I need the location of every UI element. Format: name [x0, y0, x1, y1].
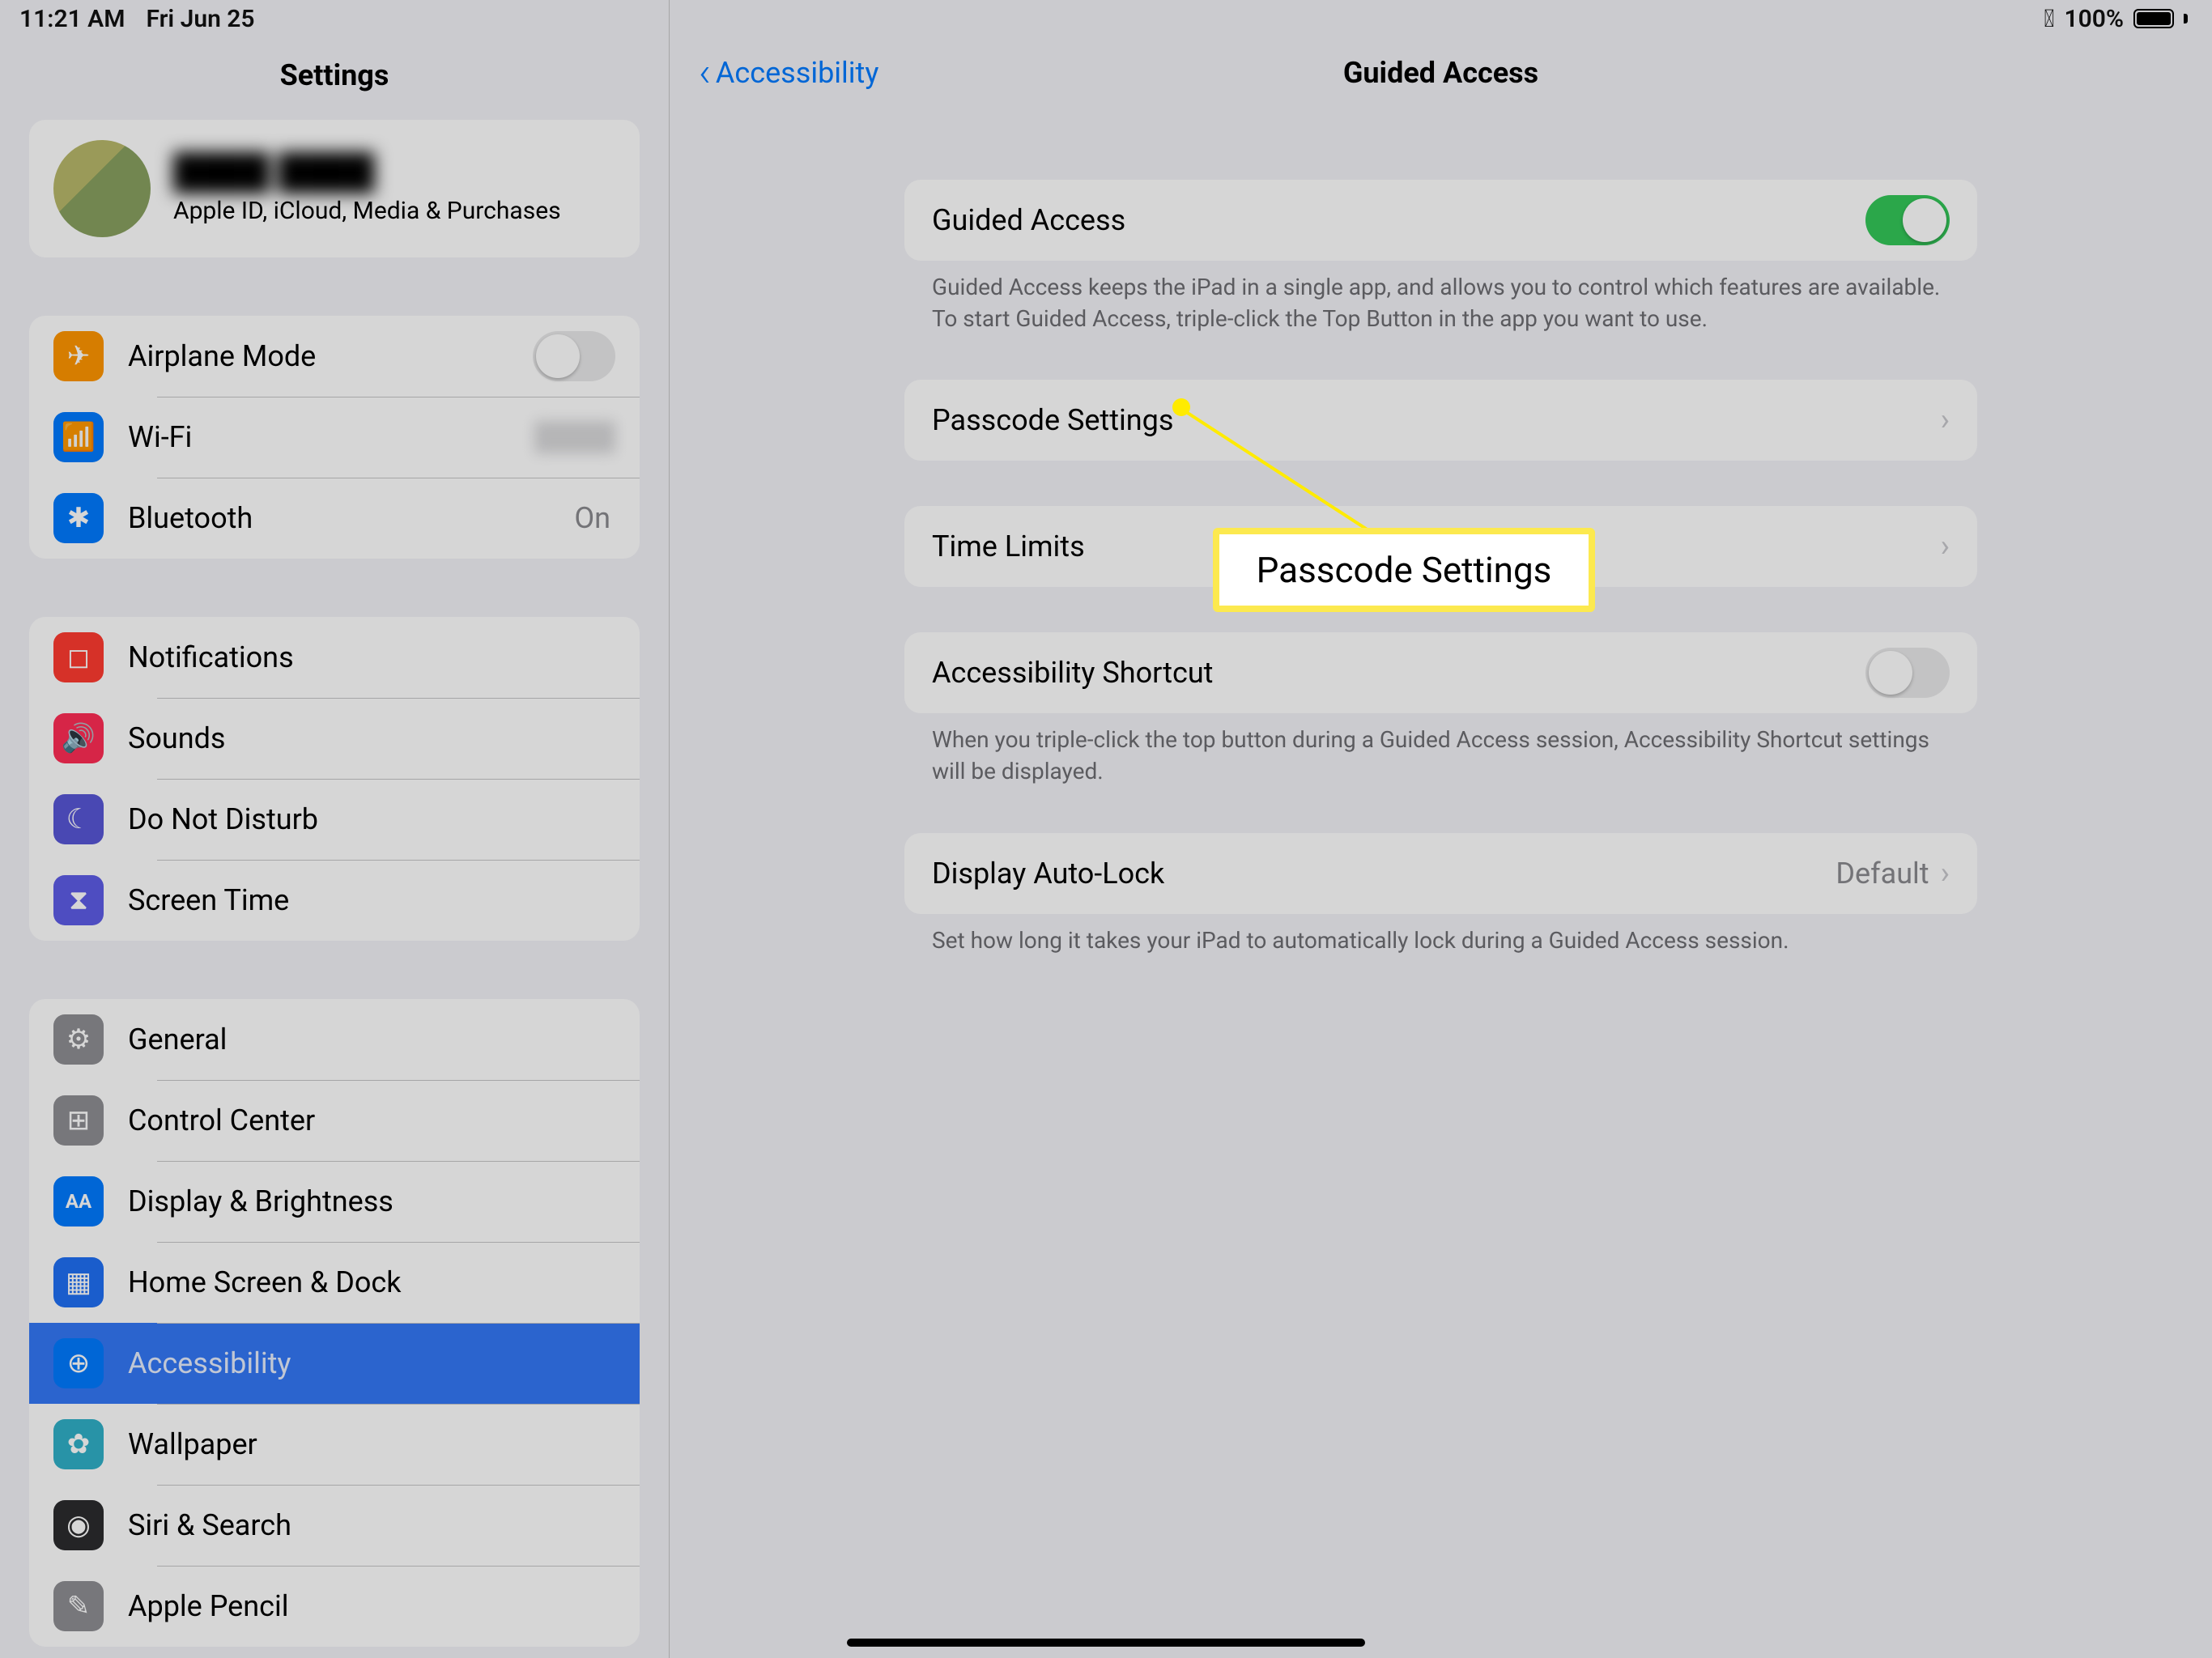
user-subtitle: Apple ID, iCloud, Media & Purchases: [173, 197, 561, 225]
sidebar-title: Settings: [0, 58, 669, 92]
wifi-icon: 􀙇: [2044, 5, 2054, 33]
row-label: Time Limits: [932, 529, 1085, 563]
annotation-callout: Passcode Settings: [1213, 528, 1595, 612]
chevron-right-icon: ›: [1941, 402, 1950, 438]
row-label: Siri & Search: [128, 1508, 615, 1542]
sidebar-item-siri-search[interactable]: ◉ Siri & Search: [29, 1485, 640, 1566]
sidebar-item-do-not-disturb[interactable]: ☾ Do Not Disturb: [29, 779, 640, 860]
sounds-icon: 🔊: [53, 713, 104, 763]
row-value: On: [574, 501, 610, 535]
siri-search-icon: ◉: [53, 1500, 104, 1550]
sidebar-item-notifications[interactable]: ◻ Notifications: [29, 617, 640, 698]
wifi-value: [534, 421, 615, 453]
toggle[interactable]: [533, 331, 615, 381]
general-icon: ⚙: [53, 1014, 104, 1065]
sidebar-item-accessibility[interactable]: ⊕ Accessibility: [29, 1323, 640, 1404]
chevron-left-icon: ‹: [699, 61, 711, 85]
back-label: Accessibility: [716, 56, 878, 90]
section-note: Guided Access keeps the iPad in a single…: [904, 261, 1977, 334]
do-not-disturb-icon: ☾: [53, 794, 104, 844]
sidebar-item-screen-time[interactable]: ⧗ Screen Time: [29, 860, 640, 941]
row-label: Accessibility Shortcut: [932, 656, 1213, 690]
section-note: When you triple-click the top button dur…: [904, 713, 1977, 787]
toggle[interactable]: [1865, 648, 1950, 698]
row-label: Passcode Settings: [932, 403, 1173, 437]
apple-pencil-icon: ✎: [53, 1581, 104, 1631]
row-label: Guided Access: [932, 203, 1125, 237]
row-passcode-settings[interactable]: Passcode Settings ›: [904, 380, 1977, 461]
detail-title: Guided Access: [670, 56, 2212, 90]
row-display-auto-lock[interactable]: Display Auto-Lock Default ›: [904, 833, 1977, 914]
row-label: Display Auto-Lock: [932, 857, 1164, 891]
sidebar-item-airplane-mode[interactable]: ✈ Airplane Mode: [29, 316, 640, 397]
section-note: Set how long it takes your iPad to autom…: [904, 914, 1977, 957]
row-label: Wallpaper: [128, 1427, 615, 1461]
sidebar-item-sounds[interactable]: 🔊 Sounds: [29, 698, 640, 779]
battery-icon: [2133, 9, 2174, 28]
wi-fi-icon: 📶: [53, 412, 104, 462]
wallpaper-icon: ✿: [53, 1419, 104, 1469]
row-label: Display & Brightness: [128, 1184, 615, 1218]
sidebar-item-wallpaper[interactable]: ✿ Wallpaper: [29, 1404, 640, 1485]
row-label: Sounds: [128, 721, 615, 755]
row-label: General: [128, 1022, 615, 1056]
chevron-right-icon: ›: [1941, 529, 1950, 564]
status-time: 11:21 AM: [19, 5, 125, 33]
sidebar-item-apple-pencil[interactable]: ✎ Apple Pencil: [29, 1566, 640, 1647]
notifications-icon: ◻: [53, 632, 104, 682]
control-center-icon: ⊞: [53, 1095, 104, 1146]
row-label: Airplane Mode: [128, 339, 533, 373]
detail-nav: ‹ Accessibility Guided Access: [670, 24, 2212, 121]
sidebar-item-general[interactable]: ⚙ General: [29, 999, 640, 1080]
row-label: Notifications: [128, 640, 615, 674]
avatar: [53, 140, 151, 237]
home-indicator: [847, 1639, 1365, 1647]
row-label: Wi-Fi: [128, 420, 534, 454]
detail-pane: ‹ Accessibility Guided Access Guided Acc…: [670, 0, 2212, 1658]
battery-percent: 100%: [2064, 5, 2124, 33]
row-guided-access[interactable]: Guided Access: [904, 180, 1977, 261]
row-label: Home Screen & Dock: [128, 1265, 615, 1299]
row-value: Default: [1836, 857, 1929, 891]
sidebar-item-home-screen-dock[interactable]: ▦ Home Screen & Dock: [29, 1242, 640, 1323]
sidebar-item-wi-fi[interactable]: 📶 Wi-Fi: [29, 397, 640, 478]
accessibility-icon: ⊕: [53, 1338, 104, 1388]
bluetooth-icon: ✱: [53, 493, 104, 543]
row-label: Control Center: [128, 1103, 615, 1137]
row-accessibility-shortcut[interactable]: Accessibility Shortcut: [904, 632, 1977, 713]
settings-sidebar: Settings ████ ████ Apple ID, iCloud, Med…: [0, 0, 670, 1658]
row-label: Do Not Disturb: [128, 802, 615, 836]
toggle[interactable]: [1865, 195, 1950, 245]
row-label: Accessibility: [128, 1346, 615, 1380]
row-label: Bluetooth: [128, 501, 574, 535]
row-label: Apple Pencil: [128, 1589, 615, 1623]
status-date: Fri Jun 25: [146, 5, 254, 33]
sidebar-item-display-brightness[interactable]: AA Display & Brightness: [29, 1161, 640, 1242]
user-name: ████ ████: [173, 152, 561, 192]
status-bar: 11:21 AM Fri Jun 25 􀙇 100%: [0, 0, 2212, 37]
sidebar-item-bluetooth[interactable]: ✱ Bluetooth On: [29, 478, 640, 559]
back-button[interactable]: ‹ Accessibility: [699, 56, 878, 90]
sidebar-item-control-center[interactable]: ⊞ Control Center: [29, 1080, 640, 1161]
home-screen-dock-icon: ▦: [53, 1257, 104, 1307]
screen-time-icon: ⧗: [53, 875, 104, 925]
annotation-dot: [1172, 398, 1190, 416]
row-label: Screen Time: [128, 883, 615, 917]
display-brightness-icon: AA: [53, 1176, 104, 1226]
airplane-mode-icon: ✈: [53, 331, 104, 381]
chevron-right-icon: ›: [1941, 856, 1950, 891]
apple-id-row[interactable]: ████ ████ Apple ID, iCloud, Media & Purc…: [29, 120, 640, 257]
